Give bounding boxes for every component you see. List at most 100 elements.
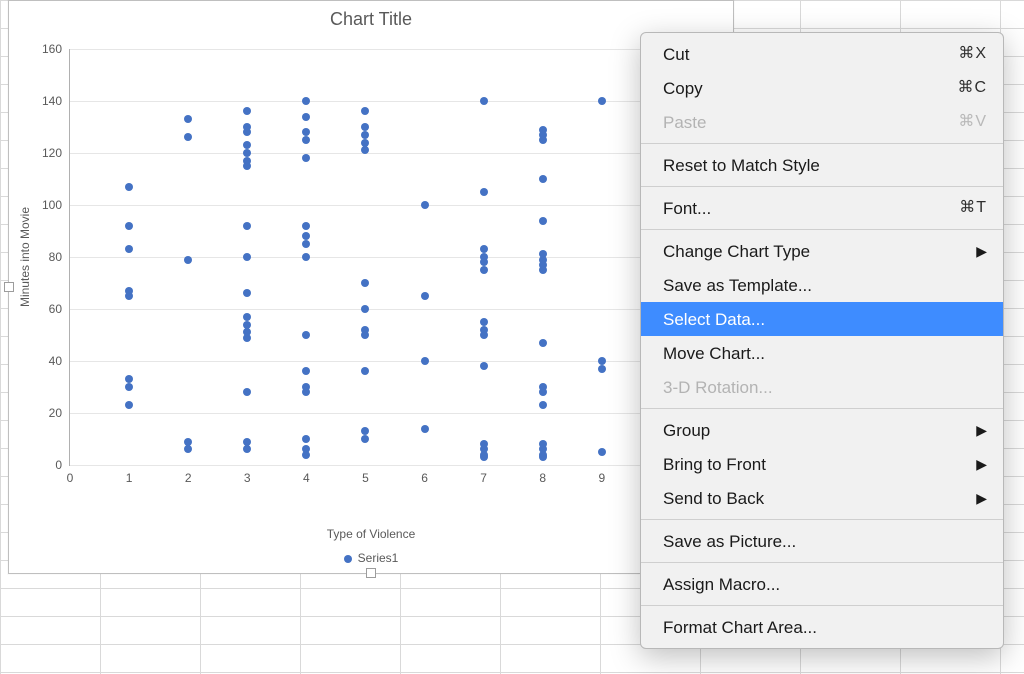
- data-point[interactable]: [361, 435, 369, 443]
- menu-item-assign-macro[interactable]: Assign Macro...: [641, 567, 1003, 601]
- data-point[interactable]: [480, 266, 488, 274]
- data-point[interactable]: [361, 279, 369, 287]
- data-point[interactable]: [421, 425, 429, 433]
- menu-item-copy[interactable]: Copy⌘C: [641, 71, 1003, 105]
- data-point[interactable]: [243, 445, 251, 453]
- menu-item-format-chart-area[interactable]: Format Chart Area...: [641, 610, 1003, 644]
- data-point[interactable]: [539, 175, 547, 183]
- data-point[interactable]: [125, 383, 133, 391]
- menu-item-reset-to-match-style[interactable]: Reset to Match Style: [641, 148, 1003, 182]
- menu-item-label: Bring to Front: [663, 456, 766, 473]
- data-point[interactable]: [598, 97, 606, 105]
- data-point[interactable]: [243, 149, 251, 157]
- data-point[interactable]: [184, 256, 192, 264]
- data-point[interactable]: [302, 331, 310, 339]
- chart-title[interactable]: Chart Title: [9, 1, 733, 30]
- data-point[interactable]: [302, 97, 310, 105]
- data-point[interactable]: [184, 133, 192, 141]
- context-menu[interactable]: Cut⌘XCopy⌘CPaste⌘VReset to Match StyleFo…: [640, 32, 1004, 649]
- data-point[interactable]: [539, 401, 547, 409]
- data-point[interactable]: [480, 253, 488, 261]
- data-point[interactable]: [125, 245, 133, 253]
- menu-item-bring-to-front[interactable]: Bring to Front▶: [641, 447, 1003, 481]
- data-point[interactable]: [243, 141, 251, 149]
- data-point[interactable]: [243, 321, 251, 329]
- chart-legend[interactable]: Series1: [9, 551, 733, 565]
- menu-shortcut: ⌘C: [957, 80, 987, 96]
- data-point[interactable]: [539, 440, 547, 448]
- data-point[interactable]: [421, 201, 429, 209]
- y-axis-label[interactable]: Minutes into Movie: [18, 207, 32, 307]
- data-point[interactable]: [480, 362, 488, 370]
- data-point[interactable]: [302, 232, 310, 240]
- data-point[interactable]: [184, 438, 192, 446]
- data-point[interactable]: [539, 383, 547, 391]
- data-point[interactable]: [421, 357, 429, 365]
- data-point[interactable]: [125, 183, 133, 191]
- submenu-arrow-icon: ▶: [976, 491, 987, 505]
- menu-item-label: Assign Macro...: [663, 576, 780, 593]
- menu-item-move-chart[interactable]: Move Chart...: [641, 336, 1003, 370]
- data-point[interactable]: [598, 448, 606, 456]
- menu-item-change-chart-type[interactable]: Change Chart Type▶: [641, 234, 1003, 268]
- plot-area[interactable]: 02040608010012014016001234567891011: [69, 49, 719, 465]
- menu-separator: [641, 143, 1003, 144]
- data-point[interactable]: [243, 438, 251, 446]
- data-point[interactable]: [302, 154, 310, 162]
- data-point[interactable]: [243, 253, 251, 261]
- data-point[interactable]: [361, 123, 369, 131]
- data-point[interactable]: [598, 357, 606, 365]
- data-point[interactable]: [480, 245, 488, 253]
- data-point[interactable]: [480, 318, 488, 326]
- data-point[interactable]: [302, 136, 310, 144]
- data-point[interactable]: [480, 326, 488, 334]
- data-point[interactable]: [361, 107, 369, 115]
- data-point[interactable]: [243, 222, 251, 230]
- data-point[interactable]: [361, 427, 369, 435]
- y-tick-label: 100: [42, 198, 70, 212]
- data-point[interactable]: [302, 253, 310, 261]
- data-point[interactable]: [539, 217, 547, 225]
- x-tick-label: 2: [185, 465, 192, 485]
- data-point[interactable]: [480, 188, 488, 196]
- data-point[interactable]: [302, 435, 310, 443]
- data-point[interactable]: [598, 365, 606, 373]
- x-tick-label: 8: [539, 465, 546, 485]
- x-tick-label: 9: [598, 465, 605, 485]
- data-point[interactable]: [361, 367, 369, 375]
- data-point[interactable]: [125, 287, 133, 295]
- data-point[interactable]: [125, 401, 133, 409]
- data-point[interactable]: [539, 126, 547, 134]
- data-point[interactable]: [421, 292, 429, 300]
- data-point[interactable]: [302, 367, 310, 375]
- menu-item-save-as-template[interactable]: Save as Template...: [641, 268, 1003, 302]
- menu-item-font[interactable]: Font...⌘T: [641, 191, 1003, 225]
- data-point[interactable]: [125, 375, 133, 383]
- menu-item-select-data[interactable]: Select Data...: [641, 302, 1003, 336]
- x-axis-label[interactable]: Type of Violence: [9, 527, 733, 541]
- menu-item-cut[interactable]: Cut⌘X: [641, 37, 1003, 71]
- data-point[interactable]: [243, 388, 251, 396]
- x-tick-label: 7: [480, 465, 487, 485]
- y-tick-label: 40: [49, 354, 70, 368]
- data-point[interactable]: [302, 128, 310, 136]
- data-point[interactable]: [480, 97, 488, 105]
- data-point[interactable]: [184, 445, 192, 453]
- data-point[interactable]: [243, 313, 251, 321]
- data-point[interactable]: [243, 107, 251, 115]
- chart-area[interactable]: Chart Title 0204060801001201401600123456…: [8, 0, 734, 574]
- menu-item-send-to-back[interactable]: Send to Back▶: [641, 481, 1003, 515]
- data-point[interactable]: [184, 115, 192, 123]
- data-point[interactable]: [243, 289, 251, 297]
- menu-item-save-as-picture[interactable]: Save as Picture...: [641, 524, 1003, 558]
- data-point[interactable]: [539, 339, 547, 347]
- data-point[interactable]: [480, 440, 488, 448]
- data-point[interactable]: [125, 222, 133, 230]
- data-point[interactable]: [302, 240, 310, 248]
- menu-item-group[interactable]: Group▶: [641, 413, 1003, 447]
- data-point[interactable]: [361, 305, 369, 313]
- data-point[interactable]: [302, 222, 310, 230]
- data-point[interactable]: [361, 139, 369, 147]
- data-point[interactable]: [361, 131, 369, 139]
- data-point[interactable]: [302, 113, 310, 121]
